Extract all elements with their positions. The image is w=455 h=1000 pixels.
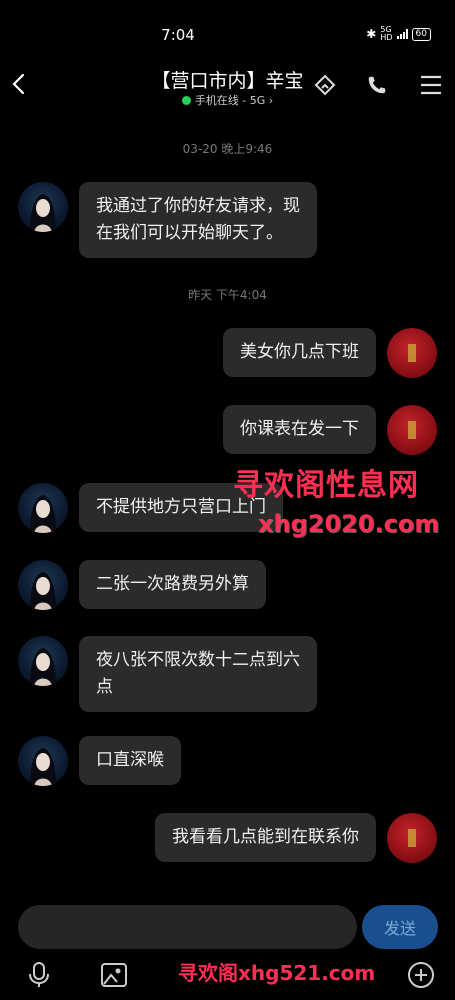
watermark-text: 寻欢阁性息网 — [233, 468, 419, 503]
message-text: 二张一次路费另外算 — [96, 574, 249, 594]
chevron-right-icon: › — [268, 94, 274, 107]
watermark-bottom: 寻欢阁xhg521.com — [178, 961, 376, 985]
contact-avatar[interactable] — [18, 560, 68, 610]
contact-avatar[interactable] — [18, 182, 68, 232]
user-avatar[interactable] — [387, 328, 437, 378]
phone-icon[interactable] — [362, 70, 392, 100]
plus-icon[interactable] — [404, 958, 438, 992]
network-sub-label: HD — [380, 33, 393, 42]
message-text: 口直深喉 — [96, 750, 164, 770]
microphone-icon[interactable] — [22, 958, 56, 992]
online-status-text: 手机在线 - 5G — [194, 94, 266, 107]
message-bubble-incoming[interactable]: 口直深喉 — [79, 736, 181, 785]
message-bubble-outgoing[interactable]: 我看看几点能到在联系你 — [155, 813, 376, 862]
message-input[interactable] — [18, 905, 357, 949]
contact-avatar[interactable] — [18, 483, 68, 533]
network-type: 5G HD — [380, 26, 392, 42]
message-bubble-outgoing[interactable]: 美女你几点下班 — [223, 328, 376, 377]
watermark-url: xhg2020.com — [258, 510, 440, 538]
status-time: 7:04 — [161, 26, 195, 44]
user-avatar[interactable] — [387, 813, 437, 863]
message-text: 夜八张不限次数十二点到六 — [96, 650, 300, 670]
bluetooth-icon: ✱ — [366, 27, 377, 41]
contact-avatar[interactable] — [18, 736, 68, 786]
message-text: 我通过了你的好友请求，现 — [96, 196, 300, 216]
message-bubble-outgoing[interactable]: 你课表在发一下 — [223, 405, 376, 454]
signal-bars-icon — [396, 29, 408, 39]
status-bar: 7:04 ✱ 5G HD 60 — [0, 0, 455, 62]
user-avatar[interactable] — [387, 405, 437, 455]
timestamp-separator: 昨天 下午4:04 — [188, 288, 267, 302]
message-bubble-incoming[interactable]: 夜八张不限次数十二点到六 点 — [79, 636, 317, 712]
message-text: 点 — [96, 677, 113, 697]
menu-icon[interactable] — [416, 70, 446, 100]
send-button[interactable]: 发送 — [362, 905, 438, 949]
image-icon[interactable] — [97, 958, 131, 992]
battery-level: 60 — [415, 28, 427, 39]
chat-header: 【营口市内】辛宝 手机在线 - 5G › — [0, 62, 455, 112]
battery-icon: 60 — [411, 27, 431, 41]
message-bubble-incoming[interactable]: 我通过了你的好友请求，现 在我们可以开始聊天了。 — [79, 182, 317, 258]
timestamp-separator: 03-20 晚上9:46 — [182, 142, 273, 156]
message-bubble-incoming[interactable]: 二张一次路费另外算 — [79, 560, 266, 609]
status-icons: ✱ 5G HD 60 — [366, 26, 431, 42]
message-text: 我看看几点能到在联系你 — [172, 827, 359, 847]
contact-avatar[interactable] — [18, 636, 68, 686]
message-text: 你课表在发一下 — [240, 419, 359, 439]
message-text: 美女你几点下班 — [240, 342, 359, 362]
online-dot — [181, 96, 191, 105]
message-text: 在我们可以开始聊天了。 — [96, 223, 283, 243]
home-icon[interactable] — [310, 70, 340, 100]
